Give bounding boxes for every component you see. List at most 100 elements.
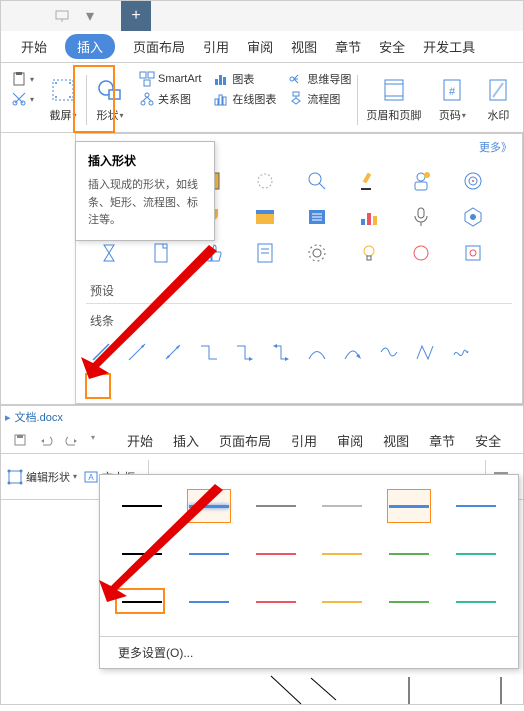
redo-icon[interactable] (65, 433, 81, 449)
chart-button[interactable]: 图表 (213, 71, 276, 87)
tab2-layout[interactable]: 页面布局 (219, 431, 271, 450)
tab2-security[interactable]: 安全 (475, 431, 501, 450)
hourglass-icon[interactable] (94, 238, 124, 268)
dropdown-icon[interactable]: ▾ (83, 9, 97, 23)
thumbsup-icon[interactable] (198, 238, 228, 268)
style-swatch[interactable] (320, 537, 365, 571)
undo-icon[interactable] (39, 433, 55, 449)
style-swatch[interactable] (453, 585, 498, 619)
tab2-view[interactable]: 视图 (383, 431, 409, 450)
style-swatch[interactable] (453, 489, 498, 523)
tab2-references[interactable]: 引用 (291, 431, 317, 450)
style-swatch[interactable] (253, 537, 298, 571)
person-icon[interactable] (406, 166, 436, 196)
elbow-arrow-shape[interactable] (234, 341, 256, 363)
mindmap-label: 思维导图 (307, 71, 351, 87)
window-icon[interactable] (250, 202, 280, 232)
style-swatch[interactable] (120, 489, 165, 523)
line-shape[interactable] (90, 341, 112, 363)
tab-sections[interactable]: 章节 (335, 37, 361, 56)
style-swatch-selected[interactable] (187, 489, 232, 523)
elbow-double-shape[interactable] (270, 341, 292, 363)
line-style-gallery: 更多设置(O)... (99, 474, 519, 669)
tab-references[interactable]: 引用 (203, 37, 229, 56)
shapes-button[interactable]: 形状▾ (87, 67, 133, 131)
more-settings[interactable]: 更多设置(O)... (100, 636, 518, 668)
screenshot-button[interactable]: 截屏▾ (40, 67, 86, 131)
edit-shape-button[interactable]: 编辑形状▾ (7, 469, 77, 485)
presentation-mode-icon[interactable] (55, 9, 69, 23)
style-swatch[interactable] (253, 489, 298, 523)
save-icon[interactable] (13, 433, 29, 449)
flowchart-button[interactable]: 流程图 (288, 91, 351, 107)
smartart-button[interactable]: SmartArt (139, 71, 201, 87)
style-swatch[interactable] (320, 489, 365, 523)
tab2-review[interactable]: 审阅 (337, 431, 363, 450)
tab-security[interactable]: 安全 (379, 37, 405, 56)
curve2-shape[interactable] (378, 341, 400, 363)
new-tab-button[interactable]: + (121, 1, 151, 31)
tooltip-body: 插入现成的形状，如线条、矩形、流程图、标注等。 (88, 177, 202, 230)
online-chart-label: 在线图表 (232, 91, 276, 107)
style-swatch-target[interactable] (120, 585, 165, 619)
style-swatch[interactable] (453, 537, 498, 571)
style-swatch[interactable] (387, 585, 432, 619)
flowchart-label: 流程图 (307, 91, 340, 107)
more-link[interactable]: 更多》 (479, 139, 512, 155)
page-number-button[interactable]: # 页码▾ (429, 67, 475, 131)
radar-icon[interactable] (458, 238, 488, 268)
tab2-sections[interactable]: 章节 (429, 431, 455, 450)
bulb-icon[interactable] (354, 238, 384, 268)
gavel-icon[interactable] (354, 166, 384, 196)
style-swatch[interactable] (120, 537, 165, 571)
page-number-label: 页码 (439, 107, 461, 123)
search-shape-icon[interactable] (302, 166, 332, 196)
screenshot-label: 截屏 (50, 107, 72, 123)
online-chart-button[interactable]: 在线图表 (213, 91, 276, 107)
tab-view[interactable]: 视图 (291, 37, 317, 56)
loading-icon[interactable] (250, 166, 280, 196)
line-double-arrow-shape[interactable] (162, 341, 184, 363)
style-swatch[interactable] (320, 585, 365, 619)
mindmap-button[interactable]: 思维导图 (288, 71, 351, 87)
mic-icon[interactable] (406, 202, 436, 232)
header-footer-label: 页眉和页脚 (366, 107, 421, 123)
tab2-insert[interactable]: 插入 (173, 431, 199, 450)
line-arrow-shape[interactable] (126, 341, 148, 363)
style-swatch[interactable] (387, 489, 432, 523)
scribble-shape[interactable] (450, 341, 472, 363)
tab-developer[interactable]: 开发工具 (423, 37, 475, 56)
relation-button[interactable]: 关系图 (139, 91, 201, 107)
freeform-shape[interactable] (414, 341, 436, 363)
barchart-icon[interactable] (354, 202, 384, 232)
target-icon[interactable] (458, 166, 488, 196)
tool-cut[interactable]: ▾ (11, 91, 34, 107)
elbow-shape[interactable] (198, 341, 220, 363)
file-icon[interactable] (146, 238, 176, 268)
tool-paste[interactable]: ▾ (11, 71, 34, 87)
shapes-label: 形状 (97, 107, 119, 123)
curve-arrow-shape[interactable] (342, 341, 364, 363)
lines-label: 线条 (76, 304, 522, 333)
tab-start[interactable]: 开始 (21, 37, 47, 56)
style-swatch[interactable] (387, 537, 432, 571)
header-footer-button[interactable]: 页眉和页脚 (358, 67, 429, 131)
style-swatch[interactable] (253, 585, 298, 619)
watermark-button[interactable]: 水印 (475, 67, 521, 131)
cog-icon[interactable] (302, 238, 332, 268)
style-swatch[interactable] (187, 537, 232, 571)
style-swatch[interactable] (187, 585, 232, 619)
tab-review[interactable]: 审阅 (247, 37, 273, 56)
tab2-start[interactable]: 开始 (127, 431, 153, 450)
tab-insert[interactable]: 插入 (65, 34, 115, 59)
tab-layout[interactable]: 页面布局 (133, 37, 185, 56)
ribbon-toolbar: ▾ ▾ 截屏▾ 形状▾ SmartArt 关系图 图表 在线图表 思维导图 流程… (1, 63, 523, 133)
curve-shape[interactable] (306, 341, 328, 363)
list-icon[interactable] (302, 202, 332, 232)
alarm-icon[interactable] (406, 238, 436, 268)
tooltip: 插入形状 插入现成的形状，如线条、矩形、流程图、标注等。 (75, 141, 215, 241)
doc-icon[interactable] (250, 238, 280, 268)
hex-icon[interactable] (458, 202, 488, 232)
qa-dropdown[interactable]: ▾ (91, 433, 107, 449)
titlebar: ▾ + (1, 1, 523, 31)
